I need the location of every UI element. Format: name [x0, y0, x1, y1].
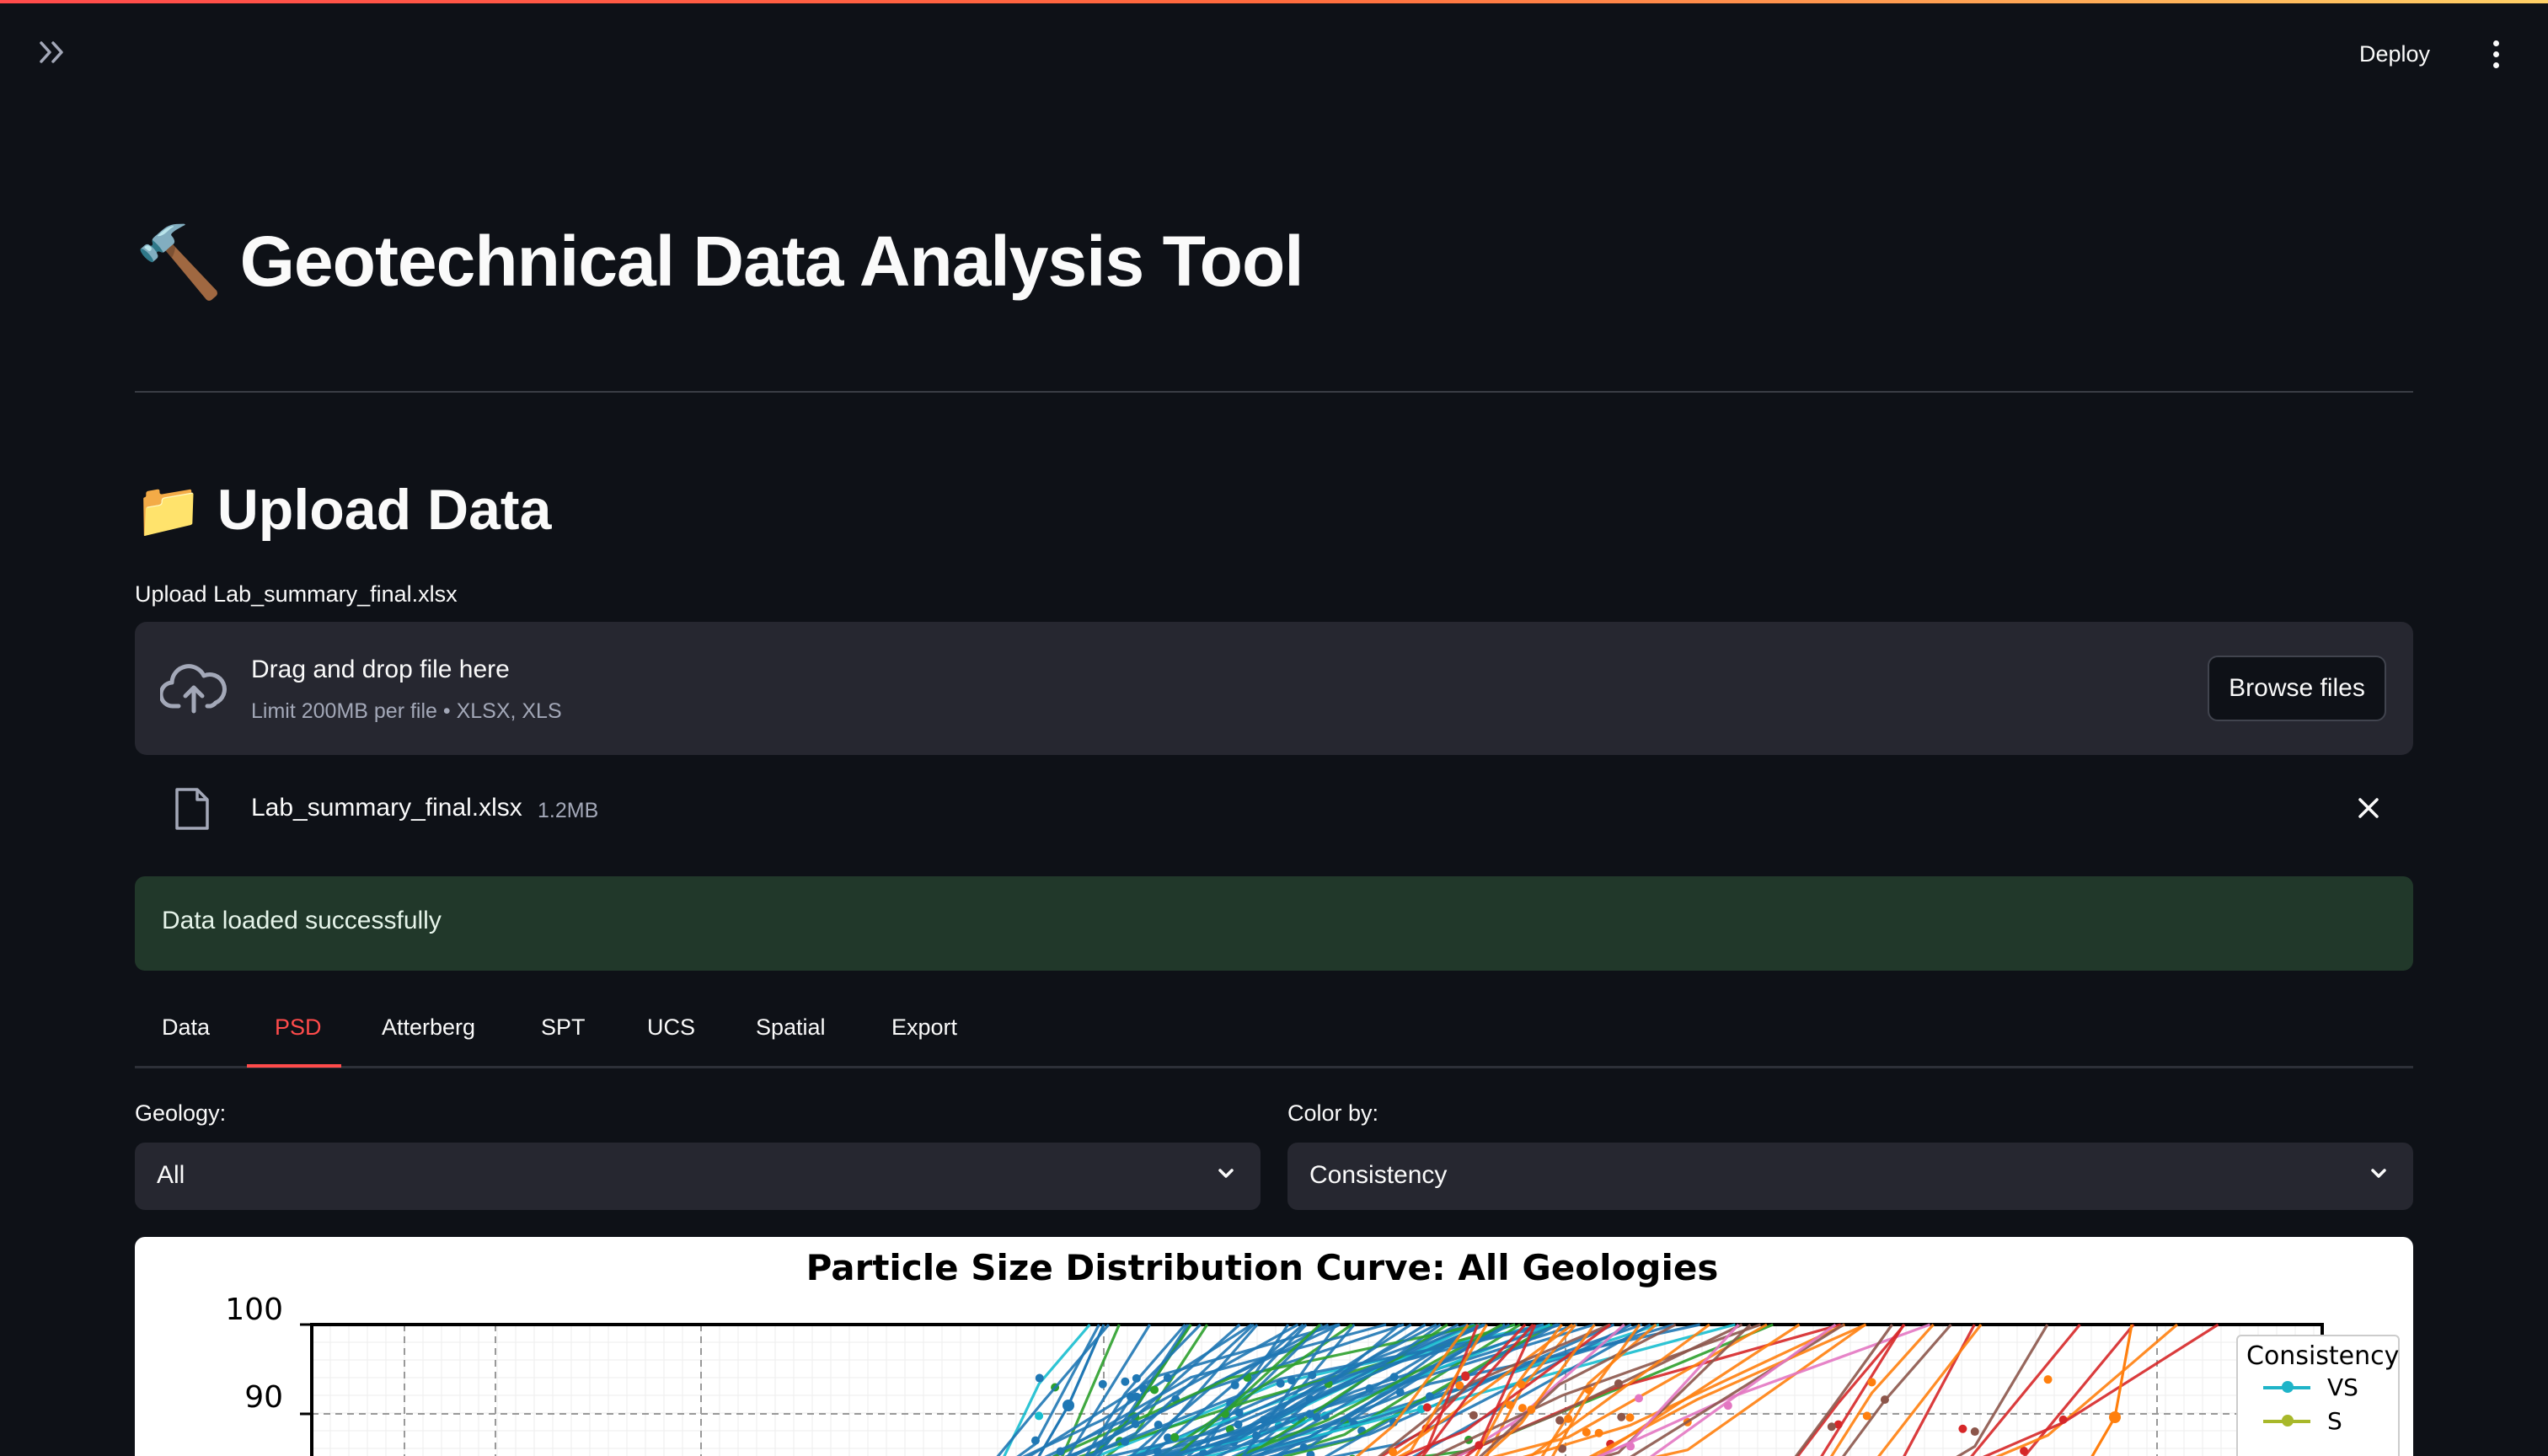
success-message: Data loaded successfully [162, 907, 442, 935]
uploader-label: Upload Lab_summary_final.xlsx [135, 581, 458, 608]
geology-select-value: All [157, 1161, 185, 1190]
psd-curve [1753, 1325, 1981, 1456]
remove-file-icon[interactable] [2351, 790, 2386, 826]
upload-heading: 📁 Upload Data [135, 477, 551, 543]
psd-point [1506, 1400, 1514, 1409]
psd-point [1389, 1448, 1397, 1456]
psd-point [1595, 1429, 1603, 1437]
dropzone-title: Drag and drop file here [251, 656, 510, 684]
psd-point [1132, 1393, 1141, 1401]
psd-point [1867, 1378, 1876, 1386]
psd-point [1617, 1413, 1625, 1421]
app-header: Deploy [0, 3, 2548, 98]
psd-point [1881, 1395, 1889, 1404]
psd-point [1626, 1443, 1635, 1451]
psd-point [1057, 1447, 1065, 1455]
legend-title: Consistency [2246, 1341, 2399, 1371]
psd-point [1626, 1413, 1635, 1421]
psd-point [1231, 1381, 1239, 1389]
tab-atterberg[interactable]: Atterberg [382, 1014, 475, 1063]
deploy-button[interactable]: Deploy [2359, 34, 2430, 74]
color-by-select[interactable]: Consistency [1287, 1143, 2413, 1210]
psd-chart: Particle Size Distribution Curve: All Ge… [135, 1237, 2413, 1456]
psd-point [1582, 1428, 1591, 1437]
color-by-label: Color by: [1287, 1100, 1378, 1127]
legend-label: VS [2327, 1373, 2358, 1401]
psd-point [1971, 1427, 1979, 1436]
psd-point [1475, 1441, 1483, 1449]
psd-point [1426, 1392, 1434, 1400]
psd-point [2044, 1375, 2053, 1384]
psd-point [1308, 1371, 1316, 1379]
psd-point [1555, 1416, 1564, 1425]
psd-point [1469, 1411, 1478, 1420]
psd-point [1461, 1371, 1469, 1379]
page-title-text: Geotechnical Data Analysis Tool [240, 221, 1303, 302]
psd-point [1518, 1380, 1526, 1389]
psd-point [1828, 1422, 1836, 1431]
psd-point [1121, 1378, 1129, 1386]
folder-icon: 📁 [135, 483, 202, 537]
legend-item: S [2263, 1407, 2342, 1435]
psd-point [1132, 1374, 1141, 1383]
tab-spatial[interactable]: Spatial [756, 1014, 826, 1063]
psd-point [1132, 1420, 1140, 1428]
divider [135, 391, 2413, 393]
browse-files-button[interactable]: Browse files [2208, 656, 2386, 721]
psd-point [1390, 1373, 1399, 1381]
tab-export[interactable]: Export [891, 1014, 957, 1063]
chart-legend: Consistency VS S [2236, 1335, 2400, 1456]
file-icon [174, 787, 211, 831]
psd-point [1235, 1408, 1244, 1416]
psd-point [1306, 1410, 1314, 1418]
success-alert: Data loaded successfully [135, 876, 2413, 971]
tab-data[interactable]: Data [162, 1014, 210, 1063]
psd-curve [1919, 1325, 2177, 1456]
chevron-down-icon [2366, 1161, 2391, 1186]
chart-plot-area [135, 1237, 2413, 1456]
file-size: 1.2MB [538, 799, 598, 823]
psd-point [1036, 1374, 1044, 1383]
tab-psd[interactable]: PSD [275, 1014, 322, 1063]
upload-heading-text: Upload Data [217, 477, 552, 543]
color-by-select-value: Consistency [1309, 1161, 1447, 1190]
geology-select[interactable]: All [135, 1143, 1261, 1210]
psd-point [1277, 1379, 1285, 1388]
uploaded-file-item: Lab_summary_final.xlsx 1.2MB [135, 775, 2413, 843]
psd-point [1635, 1394, 1643, 1402]
legend-label: S [2327, 1407, 2342, 1435]
psd-point [1063, 1400, 1074, 1411]
psd-point [1035, 1411, 1043, 1420]
psd-point [2059, 1416, 2068, 1424]
psd-point [2109, 1411, 2121, 1423]
cloud-upload-icon [160, 659, 228, 718]
expand-sidebar-icon[interactable] [32, 34, 74, 71]
psd-point [1564, 1415, 1572, 1423]
tab-bar: Data PSD Atterberg SPT UCS Spatial Expor… [135, 1003, 2413, 1068]
psd-point [1863, 1411, 1871, 1420]
psd-point [1455, 1381, 1464, 1389]
psd-point [1164, 1373, 1172, 1382]
psd-point [1170, 1433, 1179, 1442]
dropzone-hint: Limit 200MB per file • XLSX, XLS [251, 699, 562, 724]
psd-point [1423, 1403, 1432, 1411]
psd-point [1365, 1384, 1373, 1393]
hammer-icon: 🔨 [135, 227, 223, 297]
file-dropzone[interactable]: Drag and drop file here Limit 200MB per … [135, 622, 2413, 755]
legend-item: VS [2263, 1373, 2358, 1401]
geology-label: Geology: [135, 1100, 226, 1127]
psd-point [1958, 1425, 1967, 1433]
page-title: 🔨 Geotechnical Data Analysis Tool [135, 221, 1303, 302]
active-tab-indicator [247, 1064, 341, 1068]
psd-point [1154, 1421, 1163, 1429]
file-name: Lab_summary_final.xlsx [251, 794, 522, 822]
psd-point [1031, 1437, 1040, 1445]
chevron-down-icon [1213, 1161, 1239, 1186]
psd-point [1150, 1385, 1159, 1394]
psd-point [1527, 1405, 1535, 1414]
main-menu-icon[interactable] [2481, 35, 2511, 72]
tab-spt[interactable]: SPT [541, 1014, 586, 1063]
psd-point [1099, 1380, 1107, 1389]
tab-ucs[interactable]: UCS [647, 1014, 695, 1063]
